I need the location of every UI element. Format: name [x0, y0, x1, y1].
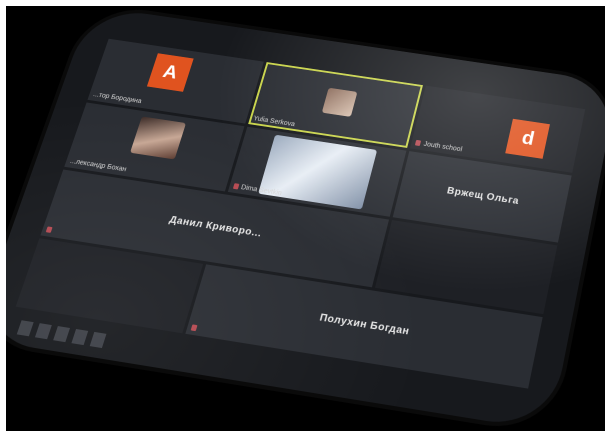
mic-muted-icon: [415, 140, 422, 147]
participant-name: Вржещ Ольга: [445, 185, 520, 207]
taskbar-item: [53, 326, 71, 343]
video-feed: [257, 134, 377, 210]
mic-status: [45, 226, 55, 234]
mic-muted-icon: [45, 226, 53, 233]
photo-frame: A ...тор Бородина Yulia Serkova d Jouth …: [6, 6, 605, 431]
mic-muted-icon: [232, 182, 240, 190]
taskbar-item: [71, 328, 89, 346]
participant-name: Jouth school: [415, 140, 463, 153]
mic-muted-icon: [190, 324, 198, 332]
avatar: d: [505, 118, 551, 159]
mic-status: [190, 324, 200, 332]
avatar: [129, 116, 186, 160]
participant-name: ...тор Бородина: [92, 91, 143, 106]
avatar: [321, 87, 358, 117]
avatar: A: [146, 53, 194, 92]
taskbar-item: [89, 331, 107, 349]
participant-name: Yulia Serkova: [252, 115, 296, 129]
taskbar-item: [34, 323, 52, 340]
video-call-screen: A ...тор Бородина Yulia Serkova d Jouth …: [6, 6, 605, 431]
taskbar-item: [16, 320, 34, 337]
stage: A ...тор Бородина Yulia Serkova d Jouth …: [0, 0, 611, 437]
